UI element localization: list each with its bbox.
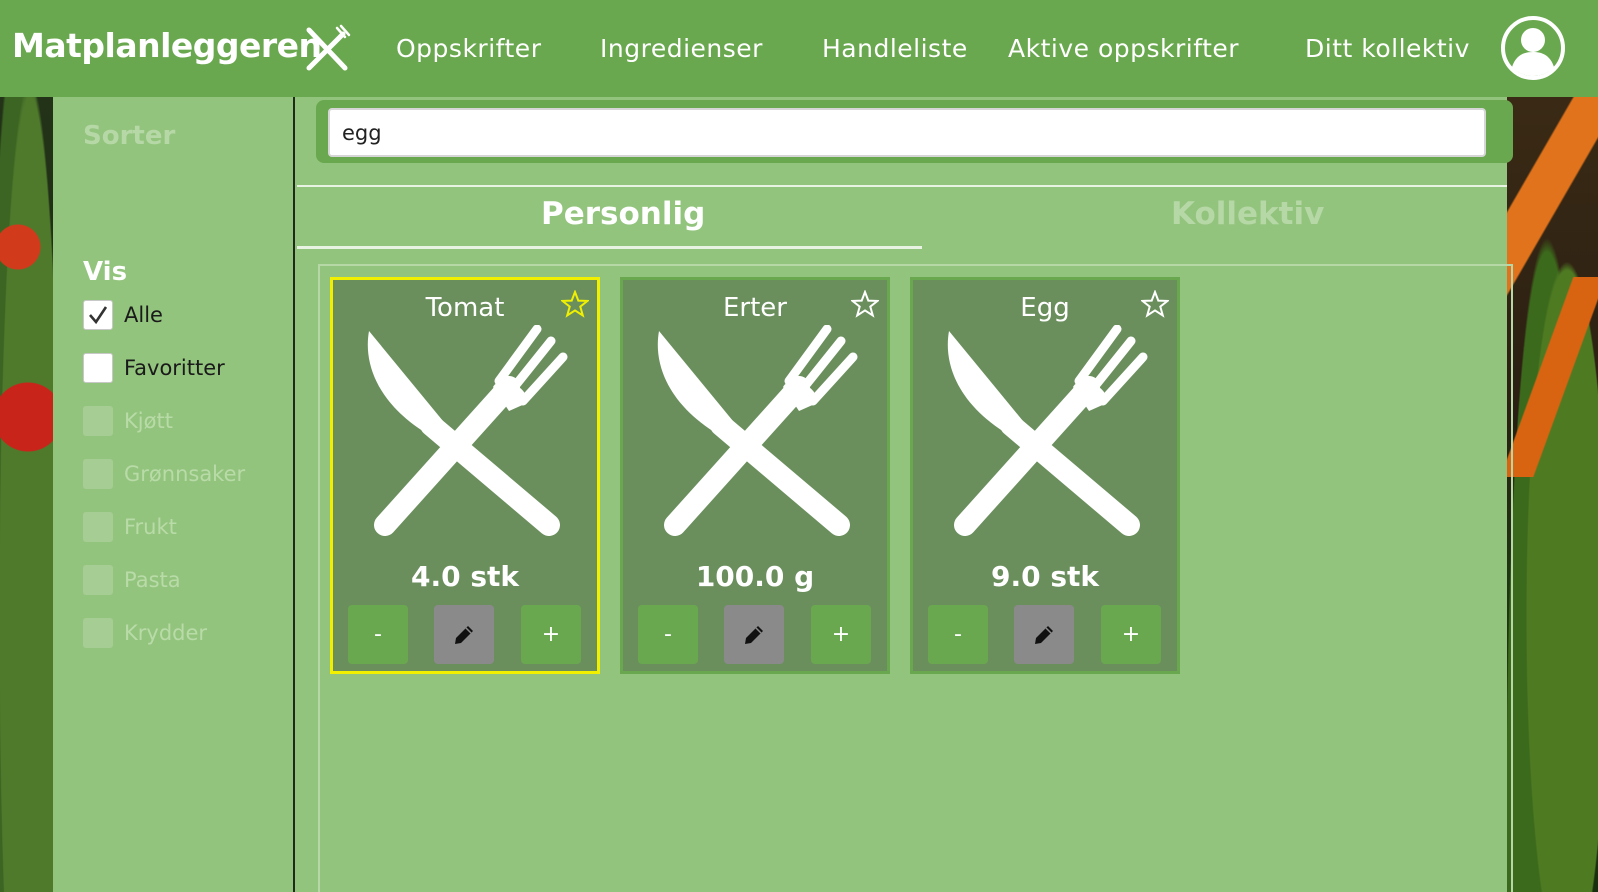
- nav-handleliste[interactable]: Handleliste: [822, 34, 968, 63]
- ingredient-card[interactable]: Egg 9.0 stk - +: [910, 277, 1180, 674]
- favorite-star-icon[interactable]: [1141, 290, 1169, 318]
- cutlery-icon: [947, 325, 1148, 536]
- increase-button[interactable]: +: [521, 605, 581, 664]
- ingredient-card[interactable]: Tomat 4.0 stk - +: [330, 277, 600, 674]
- ingredient-card[interactable]: Erter 100.0 g - +: [620, 277, 890, 674]
- filter-label: Grønnsaker: [124, 462, 246, 486]
- filter-label: Kjøtt: [124, 409, 173, 433]
- decrease-button[interactable]: -: [348, 605, 408, 664]
- filter-label: Frukt: [124, 515, 177, 539]
- filter-label: Pasta: [124, 568, 181, 592]
- filter-alle[interactable]: Alle: [83, 300, 163, 330]
- filter-kjott: Kjøtt: [83, 406, 173, 436]
- edit-button[interactable]: [434, 605, 494, 664]
- ingredient-name: Erter: [723, 293, 787, 323]
- cutlery-icon: [657, 325, 858, 536]
- cutlery-icon: [306, 24, 351, 71]
- checkbox-checked[interactable]: [83, 300, 113, 330]
- search-input[interactable]: [328, 108, 1486, 157]
- pencil-icon: [745, 625, 763, 644]
- filter-frukt: Frukt: [83, 512, 177, 542]
- checkbox-disabled: [83, 406, 113, 436]
- sidebar: Sorter Vis Alle Favoritter Kjøtt Grønnsa…: [53, 97, 295, 892]
- ingredient-amount: 9.0 stk: [990, 560, 1100, 593]
- vegetable-photo-left: [0, 97, 53, 892]
- filter-gronnsaker: Grønnsaker: [83, 459, 245, 489]
- nav-ditt-kollektiv[interactable]: Ditt kollektiv: [1305, 34, 1470, 63]
- checkbox-disabled: [83, 565, 113, 595]
- cutlery-icon: [367, 325, 568, 536]
- filter-pasta: Pasta: [83, 565, 181, 595]
- edit-button[interactable]: [1014, 605, 1074, 664]
- tab-kollektiv[interactable]: Kollektiv: [1171, 196, 1324, 232]
- nav-aktive-oppskrifter[interactable]: Aktive oppskrifter: [1008, 34, 1239, 63]
- checkbox-disabled: [83, 618, 113, 648]
- vegetable-photo-right: [1507, 97, 1598, 892]
- filter-label: Alle: [124, 303, 163, 327]
- search-container: [316, 100, 1513, 163]
- decrease-button[interactable]: -: [928, 605, 988, 664]
- pencil-icon: [455, 625, 473, 644]
- nav-ingredienser[interactable]: Ingredienser: [600, 34, 763, 63]
- favorite-star-icon[interactable]: [561, 290, 589, 318]
- checkbox-disabled: [83, 512, 113, 542]
- app-title[interactable]: Matplanleggeren: [12, 26, 322, 65]
- increase-button[interactable]: +: [811, 605, 871, 664]
- user-avatar-icon[interactable]: [1500, 15, 1566, 81]
- nav-oppskrifter[interactable]: Oppskrifter: [396, 34, 541, 63]
- divider: [297, 185, 1507, 187]
- checkbox-unchecked[interactable]: [83, 353, 113, 383]
- filter-label: Krydder: [124, 621, 208, 645]
- filter-label: Favoritter: [124, 356, 225, 380]
- increase-button[interactable]: +: [1101, 605, 1161, 664]
- top-navigation-bar: Matplanleggeren Oppskrifter Ingredienser…: [0, 0, 1598, 97]
- sort-heading[interactable]: Sorter: [83, 121, 175, 151]
- ingredient-amount: 100.0 g: [695, 560, 815, 593]
- pencil-icon: [1035, 625, 1053, 644]
- checkbox-disabled: [83, 459, 113, 489]
- checkmark-icon: [89, 306, 108, 325]
- tab-personlig[interactable]: Personlig: [541, 196, 705, 232]
- filter-favoritter[interactable]: Favoritter: [83, 353, 225, 383]
- ingredient-name: Egg: [1020, 293, 1070, 323]
- edit-button[interactable]: [724, 605, 784, 664]
- ingredient-amount: 4.0 stk: [410, 560, 520, 593]
- show-heading: Vis: [83, 257, 128, 287]
- ingredient-name: Tomat: [425, 293, 505, 323]
- decrease-button[interactable]: -: [638, 605, 698, 664]
- filter-krydder: Krydder: [83, 618, 207, 648]
- favorite-star-icon[interactable]: [851, 290, 879, 318]
- active-tab-underline: [297, 246, 922, 249]
